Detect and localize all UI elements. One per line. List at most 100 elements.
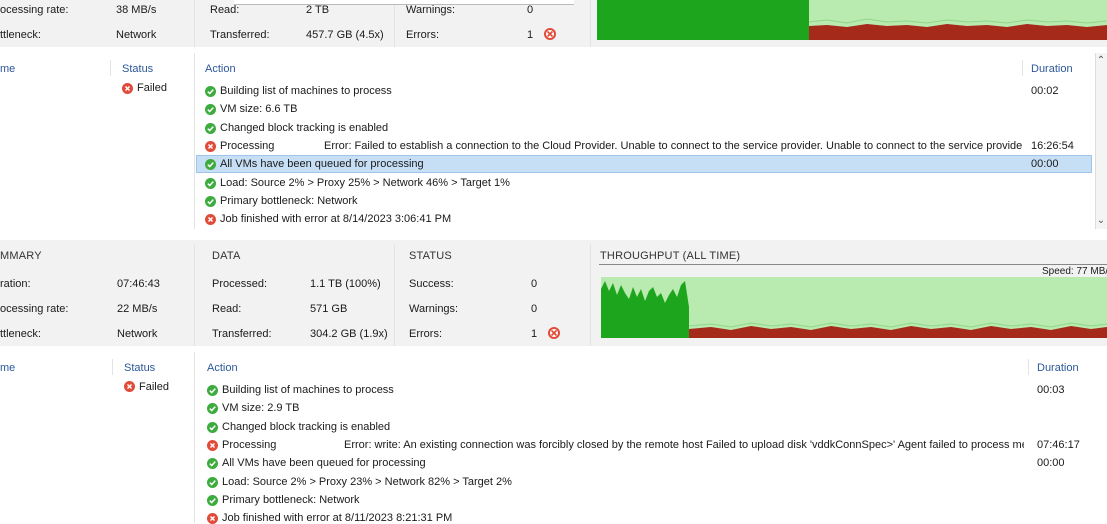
speed-label: Speed: 77 MB/s xyxy=(1042,266,1107,277)
action-row-text[interactable]: Processing xyxy=(220,140,274,152)
transferred-label: Transferred: xyxy=(210,29,270,41)
action-row-text[interactable]: Load: Source 2% > Proxy 23% > Network 82… xyxy=(222,476,512,488)
scroll-down-icon[interactable]: ⌄ xyxy=(1095,216,1107,226)
success-icon xyxy=(207,403,218,415)
action-row-text[interactable]: Job finished with error at 8/14/2023 3:0… xyxy=(220,213,451,225)
action-row-text[interactable]: Changed block tracking is enabled xyxy=(222,421,390,433)
scrollbar[interactable] xyxy=(1095,53,1107,229)
col-divider xyxy=(1028,359,1029,375)
action-row-text[interactable]: All VMs have been queued for processing xyxy=(220,158,424,170)
success-icon xyxy=(205,122,216,134)
warnings-label: Warnings: xyxy=(406,4,456,16)
divider xyxy=(394,0,395,47)
bottleneck-value: Network xyxy=(117,328,158,340)
status-title: STATUS xyxy=(409,250,452,262)
error-icon xyxy=(544,28,556,40)
duration-value: 07:46:43 xyxy=(117,278,160,290)
action-row-text[interactable]: VM size: 6.6 TB xyxy=(220,103,297,115)
window-control-fragment xyxy=(234,0,574,5)
action-row-duration: 00:02 xyxy=(1031,85,1059,97)
processed-label: Processed: xyxy=(212,278,268,290)
divider xyxy=(194,53,195,229)
divider xyxy=(194,244,195,346)
bottleneck-label: ttleneck: xyxy=(0,29,41,41)
col-header-name[interactable]: me xyxy=(0,362,15,374)
success-icon xyxy=(207,458,218,470)
col-header-action[interactable]: Action xyxy=(207,362,238,374)
throughput-title: THROUGHPUT (ALL TIME) xyxy=(600,250,741,262)
action-row-text[interactable]: VM size: 2.9 TB xyxy=(222,402,299,414)
divider xyxy=(394,244,395,346)
col-header-duration[interactable]: Duration xyxy=(1031,63,1073,75)
read-value: 571 GB xyxy=(310,303,348,315)
col-header-duration[interactable]: Duration xyxy=(1037,362,1079,374)
divider xyxy=(194,0,195,47)
divider xyxy=(194,352,195,523)
error-icon xyxy=(205,140,216,152)
warnings-label: Warnings: xyxy=(409,303,459,315)
throughput-chart-top xyxy=(597,0,1107,40)
action-row-text[interactable]: Load: Source 2% > Proxy 25% > Network 46… xyxy=(220,177,510,189)
col-header-status[interactable]: Status xyxy=(124,362,155,374)
errors-value: 1 xyxy=(531,328,538,340)
action-row-text[interactable]: Primary bottleneck: Network xyxy=(222,494,360,506)
transferred-value: 457.7 GB (4.5x) xyxy=(306,29,384,41)
read-label: Read: xyxy=(210,4,240,16)
failed-icon xyxy=(124,381,135,392)
summary-title: MMARY xyxy=(0,250,42,262)
processing-rate-label: ocessing rate: xyxy=(0,303,69,315)
action-row-text[interactable]: Building list of machines to process xyxy=(222,384,394,396)
warnings-value: 0 xyxy=(527,4,534,16)
processing-rate-value: 22 MB/s xyxy=(117,303,158,315)
data-title: DATA xyxy=(212,250,241,262)
col-header-name[interactable]: me xyxy=(0,63,15,75)
job-status-text: Failed xyxy=(139,381,169,393)
col-divider xyxy=(1022,60,1023,76)
errors-value: 1 xyxy=(527,29,534,41)
read-label: Read: xyxy=(212,303,242,315)
bottleneck-value: Network xyxy=(116,29,157,41)
transferred-label: Transferred: xyxy=(212,328,272,340)
action-row-text[interactable]: All VMs have been queued for processing xyxy=(222,457,426,469)
success-icon xyxy=(205,177,216,189)
error-icon xyxy=(207,439,218,451)
divider xyxy=(590,0,591,47)
success-value: 0 xyxy=(531,278,538,290)
bottleneck-label: ttleneck: xyxy=(0,328,41,340)
success-icon xyxy=(207,494,218,506)
processing-rate-label: ocessing rate: xyxy=(0,4,69,16)
action-row-detail: Error: Failed to establish a connection … xyxy=(324,139,1022,152)
success-icon xyxy=(207,421,218,433)
success-icon xyxy=(207,385,218,396)
action-row-detail: Error: write: An existing connection was… xyxy=(344,438,1024,451)
success-icon xyxy=(207,476,218,488)
processing-rate-value: 38 MB/s xyxy=(116,4,157,16)
success-icon xyxy=(205,104,216,116)
errors-label: Errors: xyxy=(409,328,442,340)
error-icon xyxy=(548,327,560,339)
success-icon xyxy=(205,195,216,207)
success-icon xyxy=(205,86,216,97)
job-status-text: Failed xyxy=(137,82,167,94)
success-icon xyxy=(205,159,216,171)
scroll-up-icon[interactable]: ⌃ xyxy=(1095,56,1107,66)
col-header-action[interactable]: Action xyxy=(205,63,236,75)
success-label: Success: xyxy=(409,278,454,290)
action-row-text[interactable]: Building list of machines to process xyxy=(220,85,392,97)
divider xyxy=(590,244,591,346)
col-header-status[interactable]: Status xyxy=(122,63,153,75)
action-row-text[interactable]: Changed block tracking is enabled xyxy=(220,122,388,134)
action-row-duration: 00:00 xyxy=(1037,457,1065,470)
action-row-text[interactable]: Processing xyxy=(222,439,276,451)
error-icon xyxy=(207,513,218,524)
throughput-chart xyxy=(601,277,1107,338)
warnings-value: 0 xyxy=(531,303,538,315)
action-row-duration: 16:26:54 xyxy=(1031,139,1074,152)
failed-icon xyxy=(122,83,133,94)
read-value: 2 TB xyxy=(306,4,330,16)
action-row-text[interactable]: Primary bottleneck: Network xyxy=(220,195,358,207)
errors-label: Errors: xyxy=(406,29,439,41)
action-row-duration: 00:00 xyxy=(1031,158,1059,171)
col-divider xyxy=(110,60,111,76)
action-row-text[interactable]: Job finished with error at 8/11/2023 8:2… xyxy=(222,512,452,524)
